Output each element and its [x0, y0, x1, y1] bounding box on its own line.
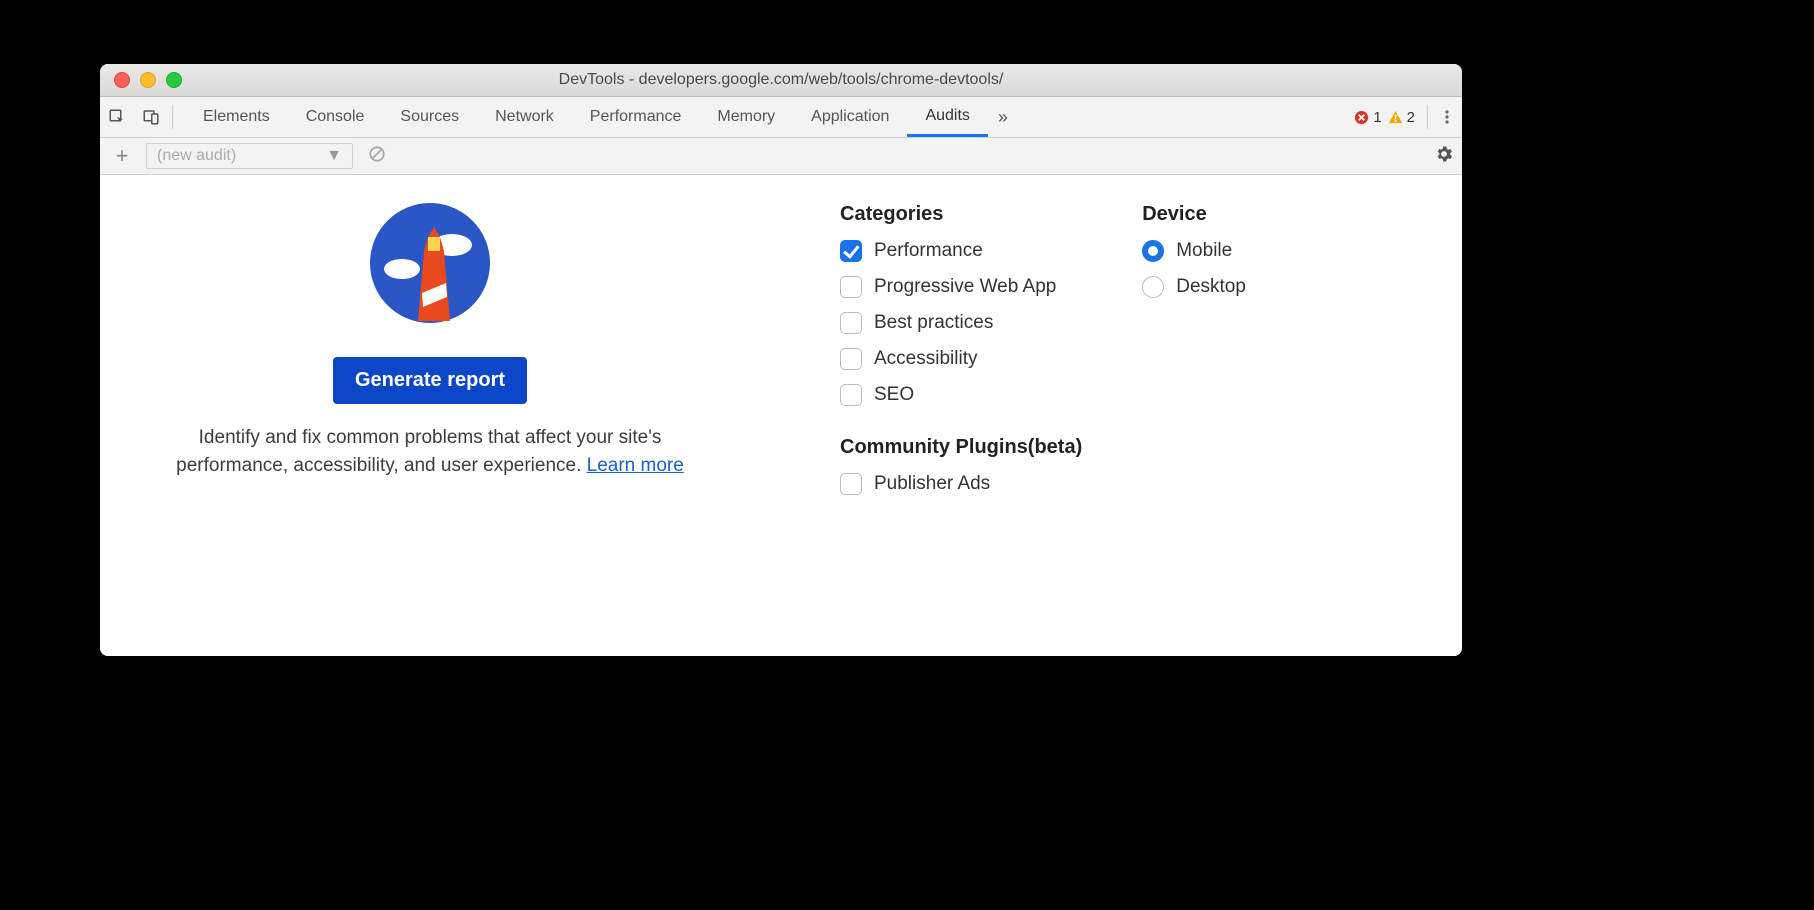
checkbox-icon[interactable]: [840, 276, 862, 298]
tab-console[interactable]: Console: [288, 97, 383, 137]
tab-elements[interactable]: Elements: [185, 97, 288, 137]
tab-performance[interactable]: Performance: [572, 97, 700, 137]
close-window-button[interactable]: [114, 72, 130, 88]
category-performance[interactable]: Performance: [840, 240, 1082, 262]
tab-network[interactable]: Network: [477, 97, 572, 137]
warning-count[interactable]: 2: [1388, 109, 1415, 126]
device-toggle-icon[interactable]: [134, 97, 168, 137]
tab-sources[interactable]: Sources: [382, 97, 477, 137]
settings-icon[interactable]: [1434, 144, 1454, 169]
issue-counts[interactable]: 1 2: [1346, 109, 1423, 126]
device-desktop[interactable]: Desktop: [1142, 276, 1246, 298]
audit-select-label: (new audit): [157, 147, 236, 165]
learn-more-link[interactable]: Learn more: [587, 455, 684, 476]
device-section: Device Mobile Desktop: [1142, 203, 1246, 636]
plugins-section: Community Plugins(beta) Publisher Ads: [840, 436, 1082, 495]
window-title: DevTools - developers.google.com/web/too…: [100, 71, 1462, 89]
kebab-menu-icon[interactable]: [1432, 109, 1462, 125]
category-pwa[interactable]: Progressive Web App: [840, 276, 1082, 298]
categories-heading: Categories: [840, 203, 1082, 226]
minimize-window-button[interactable]: [140, 72, 156, 88]
radio-icon[interactable]: [1142, 240, 1164, 262]
tab-memory[interactable]: Memory: [699, 97, 793, 137]
window-controls: [100, 72, 182, 88]
plugin-publisher-ads[interactable]: Publisher Ads: [840, 473, 1082, 495]
category-seo[interactable]: SEO: [840, 384, 1082, 406]
generate-report-button[interactable]: Generate report: [333, 357, 527, 404]
more-tabs-icon[interactable]: »: [988, 107, 1018, 128]
device-heading: Device: [1142, 203, 1246, 226]
options-column: Categories Performance Progressive Web A…: [740, 203, 1442, 636]
audits-panel: Generate report Identify and fix common …: [100, 175, 1462, 656]
checkbox-icon[interactable]: [840, 384, 862, 406]
device-mobile[interactable]: Mobile: [1142, 240, 1246, 262]
checkbox-icon[interactable]: [840, 312, 862, 334]
intro-column: Generate report Identify and fix common …: [120, 203, 740, 636]
categories-section: Categories Performance Progressive Web A…: [840, 203, 1082, 406]
titlebar: DevTools - developers.google.com/web/too…: [100, 64, 1462, 97]
lighthouse-icon: [370, 203, 490, 323]
checkbox-icon[interactable]: [840, 348, 862, 370]
inspect-icon[interactable]: [100, 97, 134, 137]
radio-icon[interactable]: [1142, 276, 1164, 298]
plugins-heading: Community Plugins(beta): [840, 436, 1082, 459]
checkbox-icon[interactable]: [840, 240, 862, 262]
new-audit-button[interactable]: +: [110, 143, 134, 169]
checkbox-icon[interactable]: [840, 473, 862, 495]
intro-description: Identify and fix common problems that af…: [170, 424, 690, 479]
tabstrip: Elements Console Sources Network Perform…: [100, 97, 1462, 138]
tab-application[interactable]: Application: [793, 97, 907, 137]
divider: [1427, 105, 1428, 129]
zoom-window-button[interactable]: [166, 72, 182, 88]
clear-icon[interactable]: [359, 144, 387, 169]
category-accessibility[interactable]: Accessibility: [840, 348, 1082, 370]
tabs: Elements Console Sources Network Perform…: [177, 97, 1018, 137]
audit-select[interactable]: (new audit) ▼: [146, 143, 353, 169]
tab-audits[interactable]: Audits: [907, 97, 987, 137]
chevron-down-icon: ▼: [326, 147, 342, 165]
divider: [172, 105, 173, 129]
devtools-window: DevTools - developers.google.com/web/too…: [100, 64, 1462, 656]
error-count[interactable]: 1: [1354, 109, 1381, 126]
audits-toolbar: + (new audit) ▼: [100, 138, 1462, 175]
category-best-practices[interactable]: Best practices: [840, 312, 1082, 334]
